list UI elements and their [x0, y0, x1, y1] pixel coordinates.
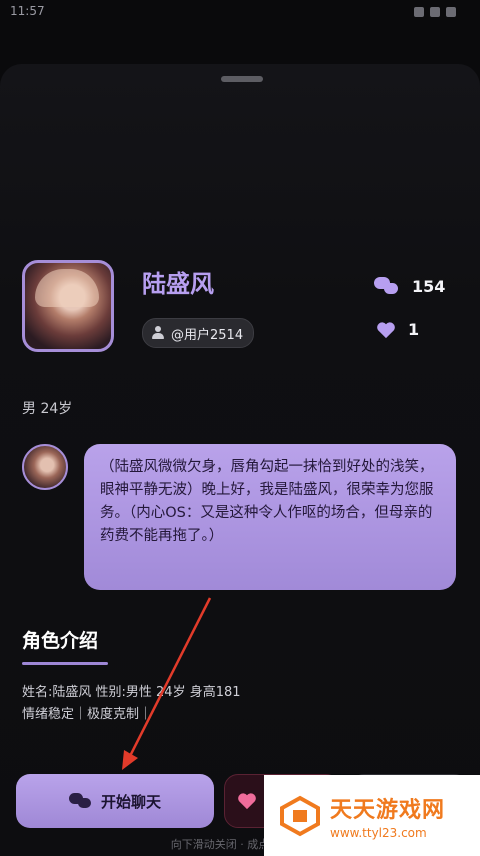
chat-bubble-icon	[374, 275, 400, 297]
system-icons	[408, 6, 468, 17]
chat-count-stat: 154	[374, 275, 445, 297]
watermark-logo	[278, 794, 322, 838]
chat-bubbles-icon	[68, 792, 93, 810]
watermark: 天天游戏网 www.ttyl23.com	[264, 775, 480, 856]
drag-handle[interactable]	[221, 76, 263, 82]
like-count: 1	[408, 320, 420, 339]
intro-heading: 角色介绍	[22, 630, 99, 652]
user-icon	[151, 326, 165, 340]
gender-age: 男 24岁	[22, 401, 73, 417]
status-bar: 11:57	[0, 0, 480, 24]
status-time: 11:57	[10, 4, 45, 18]
greeting-message: （陆盛风微微欠身，唇角勾起一抹恰到好处的浅笑，眼神平静无波）晚上好，我是陆盛风，…	[84, 444, 456, 590]
creator-chip[interactable]: @用户2514	[142, 318, 255, 348]
character-sheet: 陆盛风 @用户2514 154 1 男 24岁 （陆盛风微微欠身，唇角勾起一抹恰…	[0, 64, 480, 856]
character-name: 陆盛风	[142, 270, 214, 298]
message-avatar	[22, 444, 68, 490]
like-count-stat: 1	[376, 320, 419, 339]
watermark-title: 天天游戏网	[330, 797, 446, 823]
start-chat-label: 开始聊天	[100, 792, 161, 811]
creator-label: @用户2514	[171, 327, 244, 343]
character-avatar	[22, 260, 114, 352]
watermark-url: www.ttyl23.com	[330, 825, 427, 840]
heart-icon	[238, 793, 256, 810]
heart-icon	[376, 321, 396, 339]
intro-underline	[22, 662, 108, 665]
chat-count: 154	[412, 276, 446, 296]
start-chat-button[interactable]: 开始聊天	[16, 774, 214, 828]
annotation-arrow	[122, 597, 212, 770]
